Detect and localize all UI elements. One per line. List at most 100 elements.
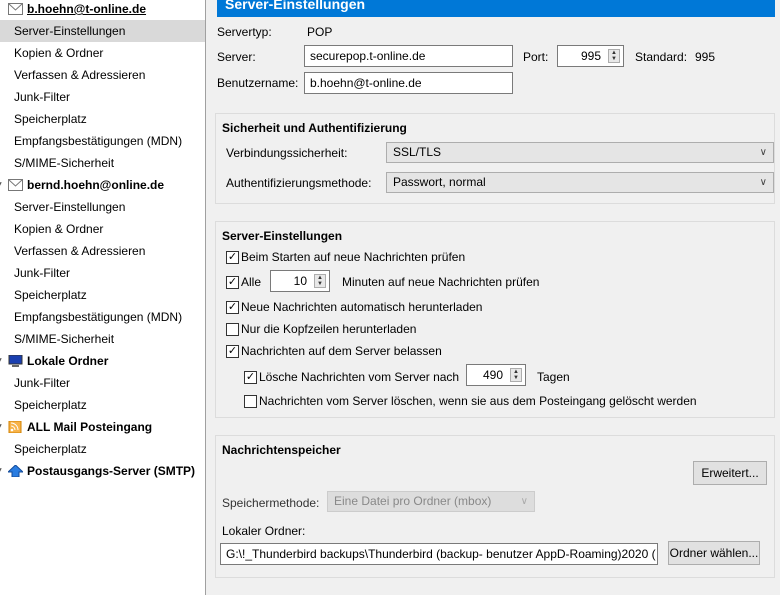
sidebar-item[interactable]: Server-Einstellungen xyxy=(0,196,205,218)
sidebar-item[interactable]: Speicherplatz xyxy=(0,438,205,460)
rss-icon xyxy=(8,418,23,434)
sidebar-item-label: Kopien & Ordner xyxy=(14,46,104,60)
connection-security-select[interactable]: SSL/TLS ∨ xyxy=(386,142,774,163)
sidebar-item-label: Empfangsbestätigungen (MDN) xyxy=(14,134,183,148)
delete-days-suffix: Tagen xyxy=(537,370,570,384)
sidebar-account[interactable]: ▾ Postausgangs-Server (SMTP) xyxy=(0,460,205,482)
sidebar-item-label: Speicherplatz xyxy=(14,442,87,456)
sidebar-account[interactable]: ▾ bernd.hoehn@online.de xyxy=(0,174,205,196)
smtp-upload-icon xyxy=(6,462,25,478)
check-interval-suffix: Minuten auf neue Nachrichten prüfen xyxy=(342,275,540,289)
spin-arrows-icon[interactable]: ▲ ▼ xyxy=(608,49,620,63)
sidebar-item[interactable]: Speicherplatz xyxy=(0,394,205,416)
delete-days-value: 490 xyxy=(482,368,503,382)
port-value: 995 xyxy=(580,49,601,63)
spin-arrows-icon[interactable]: ▲ ▼ xyxy=(314,274,326,288)
server-input[interactable]: securepop.t-online.de xyxy=(304,45,513,67)
checkbox[interactable] xyxy=(244,395,257,408)
sidebar-item-label: Junk-Filter xyxy=(14,376,71,390)
sidebar-item[interactable]: Kopien & Ordner xyxy=(0,42,205,64)
checkbox[interactable] xyxy=(226,323,239,336)
choose-folder-button[interactable]: Ordner wählen... xyxy=(668,541,760,565)
checkbox[interactable]: ✓ xyxy=(226,276,239,289)
auth-method-value: Passwort, normal xyxy=(393,175,486,189)
sidebar-item[interactable]: Junk-Filter xyxy=(0,86,205,108)
envelope-icon xyxy=(8,176,23,191)
sidebar-account[interactable]: ▾ ALL Mail Posteingang xyxy=(0,416,205,438)
sidebar-item-label: S/MIME-Sicherheit xyxy=(14,332,115,346)
checkbox[interactable]: ✓ xyxy=(226,301,239,314)
auth-method-select[interactable]: Passwort, normal ∨ xyxy=(386,172,774,193)
sidebar-account[interactable]: ▾ Lokale Ordner xyxy=(0,350,205,372)
sidebar-item-label: Speicherplatz xyxy=(14,398,87,412)
server-settings-title: Server-Einstellungen xyxy=(222,229,343,243)
checkbox[interactable]: ✓ xyxy=(226,345,239,358)
port-label: Port: xyxy=(523,50,549,64)
sidebar-item[interactable]: Empfangsbestätigungen (MDN) xyxy=(0,130,205,152)
chevron-down-icon: ∨ xyxy=(520,496,528,507)
sidebar-item[interactable]: Server-Einstellungen xyxy=(0,20,205,42)
sidebar-item-label: Kopien & Ordner xyxy=(14,222,104,236)
page-title: Server-Einstellungen xyxy=(217,0,775,17)
sidebar-item-label: Lokale Ordner xyxy=(27,354,109,368)
sidebar-item[interactable]: Verfassen & Adressieren xyxy=(0,64,205,86)
sidebar-item-label: Junk-Filter xyxy=(14,90,71,104)
sidebar-item-label: Junk-Filter xyxy=(14,266,71,280)
sidebar-item[interactable]: Verfassen & Adressieren xyxy=(0,240,205,262)
connection-security-value: SSL/TLS xyxy=(393,145,442,159)
check-interval-stepper[interactable]: 10 ▲ ▼ xyxy=(270,270,330,292)
servertype-value: POP xyxy=(307,25,333,39)
twisty-icon[interactable]: ▾ xyxy=(0,416,2,438)
sidebar-item-label: Verfassen & Adressieren xyxy=(14,68,146,82)
checkbox[interactable]: ✓ xyxy=(244,371,257,384)
checkbox-label[interactable]: Beim Starten auf neue Nachrichten prüfen xyxy=(241,250,465,264)
checkbox-label[interactable]: Nachrichten vom Server löschen, wenn sie… xyxy=(259,394,697,408)
chevron-down-icon: ∨ xyxy=(759,147,767,158)
checkbox-label[interactable]: Nachrichten auf dem Server belassen xyxy=(241,344,442,358)
sidebar-item-label: Speicherplatz xyxy=(14,112,87,126)
standard-value: 995 xyxy=(695,50,716,64)
sidebar-item-label: bernd.hoehn@online.de xyxy=(27,178,165,192)
checkbox-label[interactable]: Nur die Kopfzeilen herunterladen xyxy=(241,322,416,336)
advanced-button[interactable]: Erweitert... xyxy=(693,461,767,485)
sidebar-item-label: ALL Mail Posteingang xyxy=(27,420,153,434)
storage-title: Nachrichtenspeicher xyxy=(222,443,341,457)
sidebar-item[interactable]: Junk-Filter xyxy=(0,262,205,284)
twisty-icon[interactable]: ▾ xyxy=(0,460,2,482)
delete-days-stepper[interactable]: 490 ▲ ▼ xyxy=(466,364,526,386)
sidebar-item-label: Postausgangs-Server (SMTP) xyxy=(27,464,196,478)
storage-method-value: Eine Datei pro Ordner (mbox) xyxy=(334,494,492,508)
sidebar-item-label: Server-Einstellungen xyxy=(14,200,126,214)
sidebar-item[interactable]: S/MIME-Sicherheit xyxy=(0,152,205,174)
check-interval-value: 10 xyxy=(293,274,307,288)
sidebar-account[interactable]: b.hoehn@t-online.de xyxy=(0,0,205,20)
twisty-icon[interactable]: ▾ xyxy=(0,350,2,372)
sidebar-item-label: b.hoehn@t-online.de xyxy=(27,2,147,16)
sidebar-item-label: S/MIME-Sicherheit xyxy=(14,156,115,170)
server-label: Server: xyxy=(217,50,256,64)
account-tree[interactable]: b.hoehn@t-online.de Server-Einstellungen K… xyxy=(0,0,206,595)
local-folder-label: Lokaler Ordner: xyxy=(222,524,306,538)
sidebar-item[interactable]: S/MIME-Sicherheit xyxy=(0,328,205,350)
sidebar-item[interactable]: Kopien & Ordner xyxy=(0,218,205,240)
twisty-icon[interactable]: ▾ xyxy=(0,174,2,196)
security-title: Sicherheit und Authentifizierung xyxy=(222,121,407,135)
port-stepper[interactable]: 995 ▲ ▼ xyxy=(557,45,624,67)
checkbox-label[interactable]: Neue Nachrichten automatisch herunterlad… xyxy=(241,300,482,314)
connection-security-label: Verbindungssicherheit: xyxy=(226,146,348,160)
checkbox-label[interactable]: Lösche Nachrichten vom Server nach xyxy=(259,370,459,384)
local-folder-input[interactable]: G:\!_Thunderbird backups\Thunderbird (ba… xyxy=(220,543,658,565)
checkbox-label[interactable]: Alle xyxy=(241,275,261,289)
checkbox[interactable]: ✓ xyxy=(226,251,239,264)
sidebar-item-label: Speicherplatz xyxy=(14,288,87,302)
username-label: Benutzername: xyxy=(217,76,299,90)
chevron-down-icon: ∨ xyxy=(759,177,767,188)
spin-arrows-icon[interactable]: ▲ ▼ xyxy=(510,368,522,382)
sidebar-item[interactable]: Junk-Filter xyxy=(0,372,205,394)
sidebar-item[interactable]: Speicherplatz xyxy=(0,108,205,130)
sidebar-item[interactable]: Speicherplatz xyxy=(0,284,205,306)
username-input[interactable]: b.hoehn@t-online.de xyxy=(304,72,513,94)
computer-icon xyxy=(8,352,23,367)
sidebar-item[interactable]: Empfangsbestätigungen (MDN) xyxy=(0,306,205,328)
standard-label: Standard: xyxy=(635,50,688,64)
